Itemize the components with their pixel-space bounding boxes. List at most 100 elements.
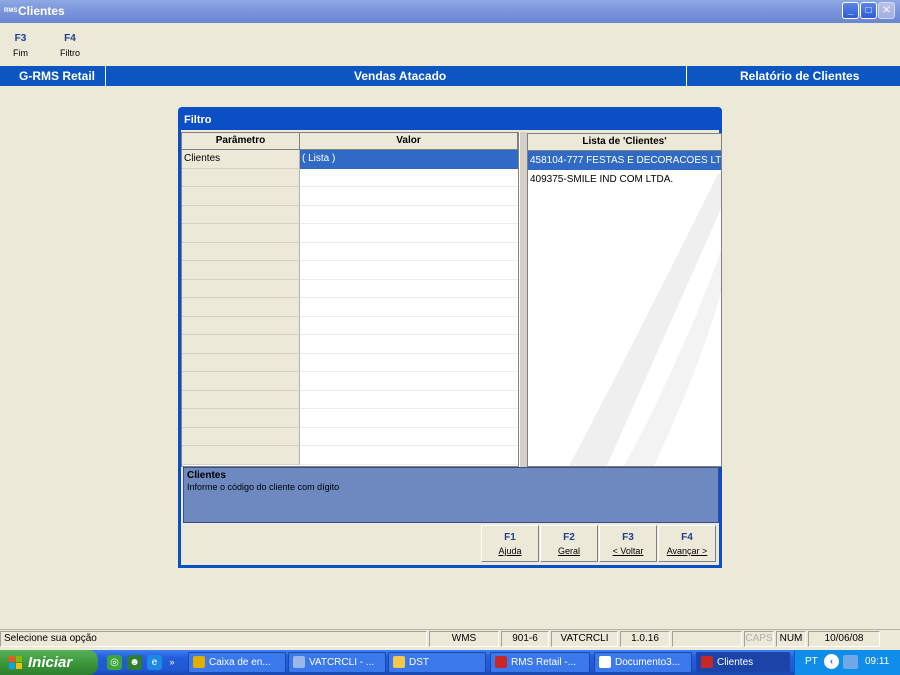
status-wms: WMS bbox=[429, 631, 499, 647]
table-row[interactable] bbox=[182, 187, 518, 206]
terminal-icon bbox=[293, 656, 305, 668]
value-cell[interactable] bbox=[300, 428, 518, 447]
fkey-label: Filtro bbox=[60, 48, 80, 58]
quicklaunch-ie-icon[interactable]: e bbox=[147, 655, 162, 670]
table-row[interactable] bbox=[182, 224, 518, 243]
value-cell[interactable] bbox=[300, 335, 518, 354]
value-cell[interactable] bbox=[300, 409, 518, 428]
taskbar-item-documento[interactable]: Documento3... bbox=[594, 652, 692, 673]
value-cell[interactable] bbox=[300, 261, 518, 280]
param-cell[interactable] bbox=[182, 279, 300, 298]
maximize-button[interactable]: □ bbox=[860, 2, 877, 19]
fkey-fim[interactable]: F3 Fim bbox=[13, 33, 28, 58]
help-title: Clientes bbox=[187, 470, 226, 481]
table-row[interactable] bbox=[182, 353, 518, 373]
word-document-icon bbox=[599, 656, 611, 668]
task-label: VATCRCLI - ... bbox=[309, 657, 375, 668]
param-cell[interactable] bbox=[182, 390, 300, 409]
help-text: Informe o código do cliente com dígito bbox=[187, 482, 340, 492]
table-row[interactable] bbox=[182, 335, 518, 354]
client-list: Lista de 'Clientes' 458104-777 FESTAS E … bbox=[527, 133, 722, 467]
fkey-label: Fim bbox=[13, 48, 28, 58]
value-cell[interactable] bbox=[300, 354, 518, 373]
header-band: G-RMS Retail Vendas Atacado Relatório de… bbox=[0, 66, 900, 86]
language-indicator[interactable]: PT bbox=[805, 656, 818, 667]
table-row[interactable] bbox=[182, 446, 518, 465]
column-header-parametro[interactable]: Parâmetro bbox=[182, 133, 300, 150]
value-cell[interactable] bbox=[300, 446, 518, 465]
quicklaunch-chevron-icon[interactable]: » bbox=[167, 655, 177, 670]
value-cell[interactable] bbox=[300, 317, 518, 336]
value-cell[interactable] bbox=[300, 243, 518, 262]
general-button[interactable]: F2 Geral bbox=[540, 525, 598, 562]
value-cell[interactable] bbox=[300, 298, 518, 317]
table-row[interactable] bbox=[182, 316, 518, 336]
window-title: Clientes bbox=[18, 4, 65, 18]
taskbar-item-inbox[interactable]: Caixa de en... bbox=[188, 652, 286, 673]
taskbar-item-rms-retail[interactable]: RMS Retail -... bbox=[490, 652, 590, 673]
next-button[interactable]: F4 Avançar > bbox=[658, 525, 716, 562]
taskbar-item-vatcrcli[interactable]: VATCRCLI - ... bbox=[288, 652, 386, 673]
param-cell[interactable] bbox=[182, 205, 300, 224]
table-row[interactable] bbox=[182, 261, 518, 280]
taskbar: Iniciar ◎ ☻ e » Caixa de en... VATCRCLI … bbox=[0, 650, 900, 675]
param-cell[interactable] bbox=[182, 409, 300, 428]
param-cell[interactable] bbox=[182, 261, 300, 280]
fkey-filtro[interactable]: F4 Filtro bbox=[60, 33, 80, 58]
close-button[interactable]: ✕ bbox=[878, 2, 895, 19]
param-cell[interactable] bbox=[182, 187, 300, 206]
list-item[interactable]: 458104-777 FESTAS E DECORACOES LT bbox=[528, 151, 721, 170]
table-row[interactable] bbox=[182, 298, 518, 317]
button-label: < Voltar bbox=[612, 546, 644, 556]
param-cell[interactable] bbox=[182, 224, 300, 243]
param-cell[interactable] bbox=[182, 353, 300, 372]
param-cell[interactable] bbox=[182, 446, 300, 465]
clock[interactable]: 09:11 bbox=[865, 656, 889, 667]
rms-icon bbox=[495, 656, 507, 668]
table-row[interactable] bbox=[182, 279, 518, 299]
window-title-bar[interactable]: RMS Clientes _ □ ✕ bbox=[0, 0, 900, 23]
quicklaunch-outlook-icon[interactable]: ◎ bbox=[107, 655, 122, 670]
show-hidden-icons-icon[interactable]: ‹ bbox=[824, 654, 839, 669]
help-button[interactable]: F1 Ajuda bbox=[481, 525, 539, 562]
table-row[interactable] bbox=[182, 205, 518, 225]
start-button[interactable]: Iniciar bbox=[0, 650, 98, 675]
value-cell[interactable] bbox=[300, 224, 518, 243]
table-row[interactable] bbox=[182, 427, 518, 447]
table-row[interactable]: Clientes ( Lista ) bbox=[182, 150, 518, 169]
value-cell[interactable] bbox=[300, 372, 518, 391]
value-cell[interactable] bbox=[300, 280, 518, 299]
list-item[interactable]: 409375-SMILE IND COM LTDA. bbox=[528, 170, 721, 189]
value-cell[interactable] bbox=[300, 169, 518, 188]
back-button[interactable]: F3 < Voltar bbox=[599, 525, 657, 562]
param-cell[interactable] bbox=[182, 427, 300, 446]
param-cell[interactable] bbox=[182, 298, 300, 317]
network-icon[interactable] bbox=[843, 655, 858, 669]
param-cell[interactable] bbox=[182, 372, 300, 391]
button-key: F2 bbox=[563, 532, 575, 543]
outlook-icon bbox=[193, 656, 205, 668]
param-cell[interactable] bbox=[182, 316, 300, 335]
taskbar-item-clientes[interactable]: Clientes bbox=[696, 652, 790, 673]
table-row[interactable] bbox=[182, 242, 518, 262]
splitter[interactable] bbox=[519, 132, 527, 467]
table-row[interactable] bbox=[182, 390, 518, 410]
value-cell[interactable]: ( Lista ) bbox=[300, 150, 518, 169]
param-cell[interactable] bbox=[182, 335, 300, 354]
value-cell[interactable] bbox=[300, 187, 518, 206]
button-label: Geral bbox=[557, 546, 580, 556]
task-label: Documento3... bbox=[615, 657, 681, 668]
taskbar-item-dst[interactable]: DST bbox=[388, 652, 486, 673]
minimize-button[interactable]: _ bbox=[842, 2, 859, 19]
table-row[interactable] bbox=[182, 168, 518, 188]
value-cell[interactable] bbox=[300, 206, 518, 225]
quicklaunch-msn-icon[interactable]: ☻ bbox=[127, 655, 142, 670]
module-name: Vendas Atacado bbox=[354, 69, 447, 83]
table-row[interactable] bbox=[182, 372, 518, 391]
param-cell[interactable] bbox=[182, 242, 300, 261]
table-row[interactable] bbox=[182, 409, 518, 428]
param-cell[interactable] bbox=[182, 168, 300, 187]
param-cell[interactable]: Clientes bbox=[182, 150, 300, 169]
value-cell[interactable] bbox=[300, 391, 518, 410]
column-header-valor[interactable]: Valor bbox=[300, 133, 518, 150]
